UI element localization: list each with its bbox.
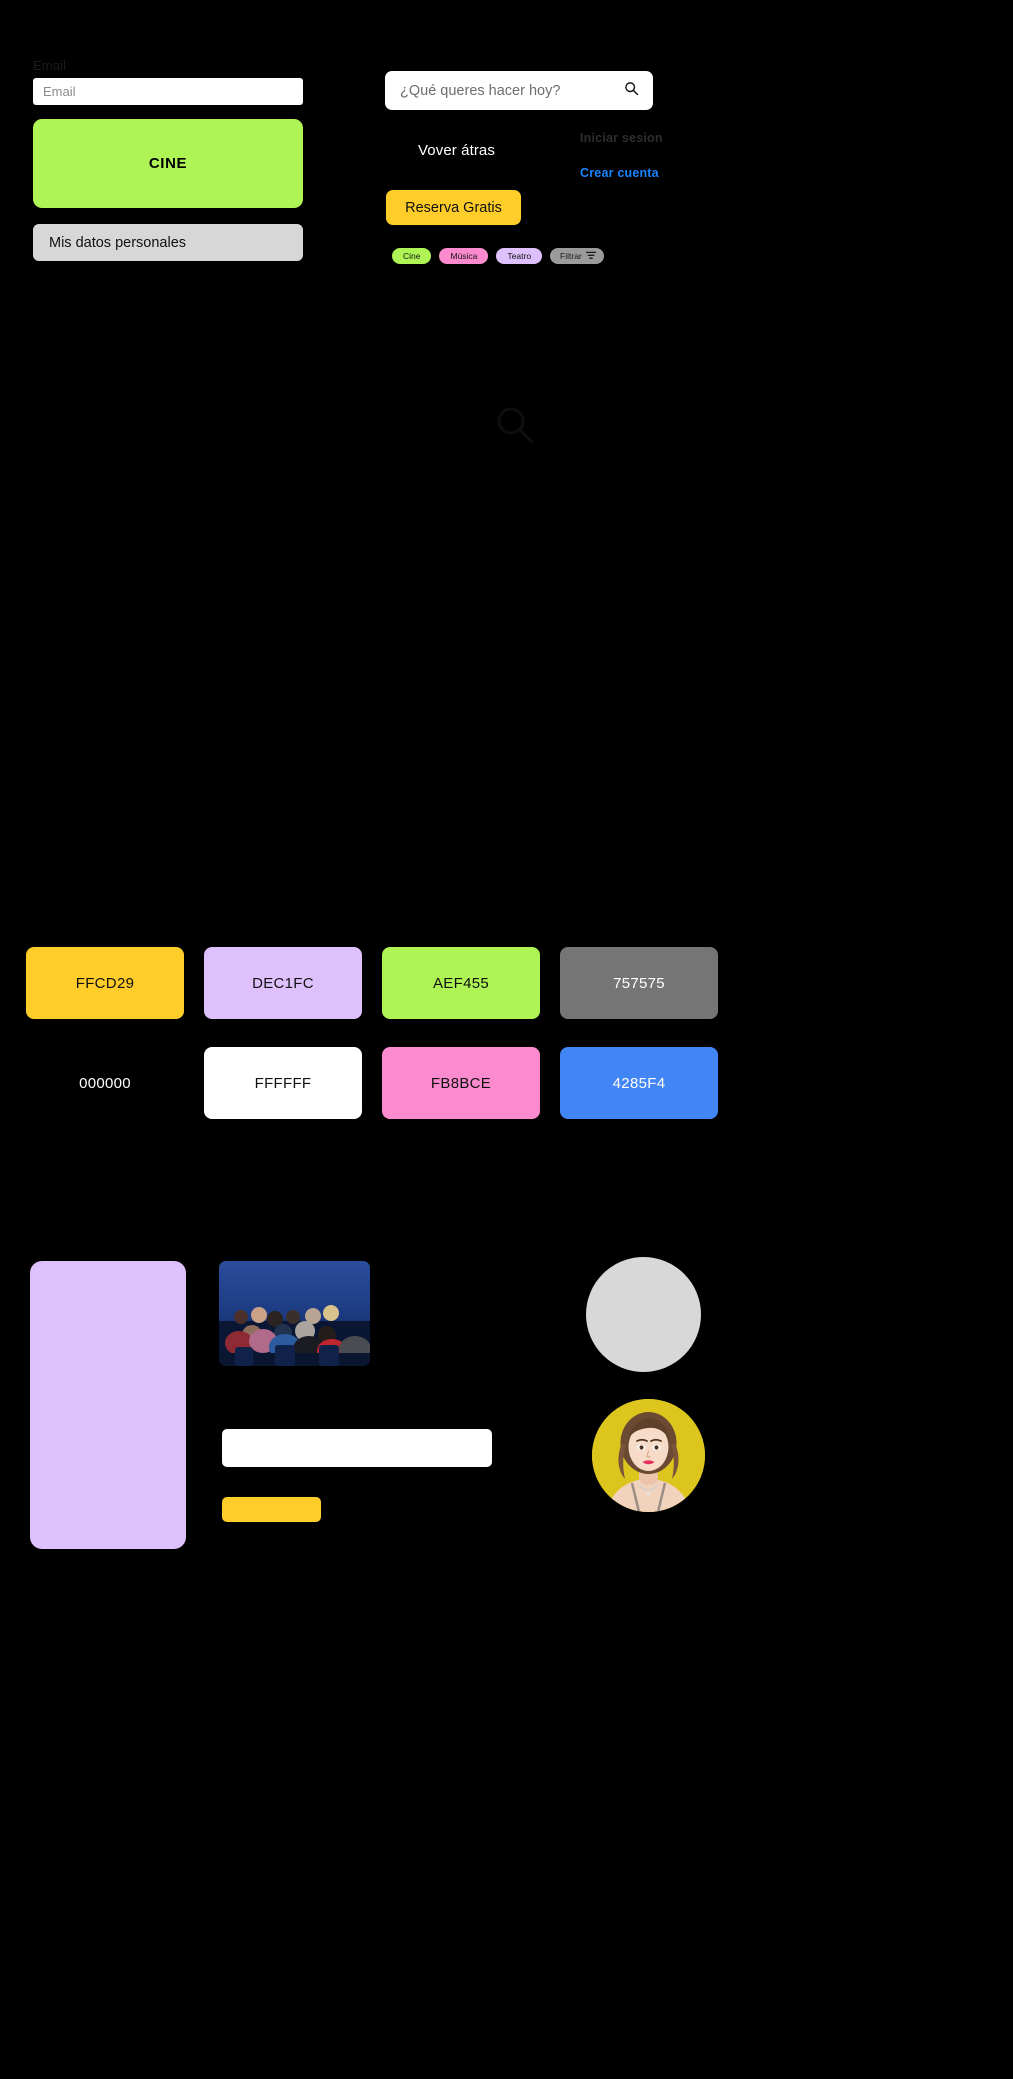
chip-filtrar-label: Filtrar <box>560 251 582 261</box>
swatch-label: 4285F4 <box>612 1074 666 1092</box>
swatch-label: 757575 <box>613 974 665 992</box>
chip-cine-label: Cine <box>403 251 421 261</box>
palette-row-2: 000000 FFFFFF FB8BCE 4285F4 <box>26 1047 718 1119</box>
cine-button[interactable]: CINE <box>33 119 303 208</box>
search-input[interactable] <box>398 81 624 100</box>
chip-musica-label: Música <box>450 251 478 261</box>
swatch-dec1fc[interactable]: DEC1FC <box>204 947 362 1019</box>
personal-data-label: Mis datos personales <box>49 234 187 251</box>
swatch-label: 000000 <box>79 1074 131 1092</box>
swatch-fb8bce[interactable]: FB8BCE <box>382 1047 540 1119</box>
email-input[interactable] <box>33 78 303 105</box>
chip-teatro-label: Teatro <box>507 251 532 261</box>
login-link[interactable]: Iniciar sesion <box>580 131 663 145</box>
create-account-link[interactable]: Crear cuenta <box>580 166 659 180</box>
yellow-button-placeholder <box>222 1497 321 1522</box>
palette-row-1: FFCD29 DEC1FC AEF455 757575 <box>26 947 718 1019</box>
gray-avatar-placeholder <box>586 1257 701 1372</box>
swatch-label: FFFFFF <box>254 1074 312 1092</box>
chip-cine[interactable]: Cine <box>392 248 432 264</box>
category-chips-row: Cine Música Teatro Filtrar <box>392 248 604 264</box>
swatch-ffcd29[interactable]: FFCD29 <box>26 947 184 1019</box>
chip-musica[interactable]: Música <box>439 248 489 264</box>
chip-teatro[interactable]: Teatro <box>496 248 543 264</box>
filter-icon <box>585 251 596 262</box>
back-link[interactable]: Vover átras <box>418 142 495 159</box>
chip-filtrar[interactable]: Filtrar <box>550 248 604 264</box>
swatch-label: DEC1FC <box>252 974 314 992</box>
cinema-audience-photo <box>219 1261 370 1366</box>
swatch-000000[interactable]: 000000 <box>26 1047 184 1119</box>
swatch-757575[interactable]: 757575 <box>560 947 718 1019</box>
swatch-4285f4[interactable]: 4285F4 <box>560 1047 718 1119</box>
reserve-button[interactable]: Reserva Gratis <box>386 190 521 225</box>
lilac-placeholder-panel <box>30 1261 186 1549</box>
swatch-aef455[interactable]: AEF455 <box>382 947 540 1019</box>
user-avatar-photo <box>592 1399 705 1512</box>
email-label: Email <box>33 58 67 73</box>
search-icon-watermark <box>494 404 536 451</box>
swatch-label: FB8BCE <box>430 1074 492 1092</box>
white-input-placeholder <box>222 1429 492 1467</box>
swatch-label: AEF455 <box>433 974 489 992</box>
search-bar[interactable] <box>385 71 653 110</box>
swatch-label: FFCD29 <box>75 974 135 992</box>
search-icon[interactable] <box>624 81 639 101</box>
personal-data-field[interactable]: Mis datos personales <box>33 224 303 261</box>
swatch-ffffff[interactable]: FFFFFF <box>204 1047 362 1119</box>
